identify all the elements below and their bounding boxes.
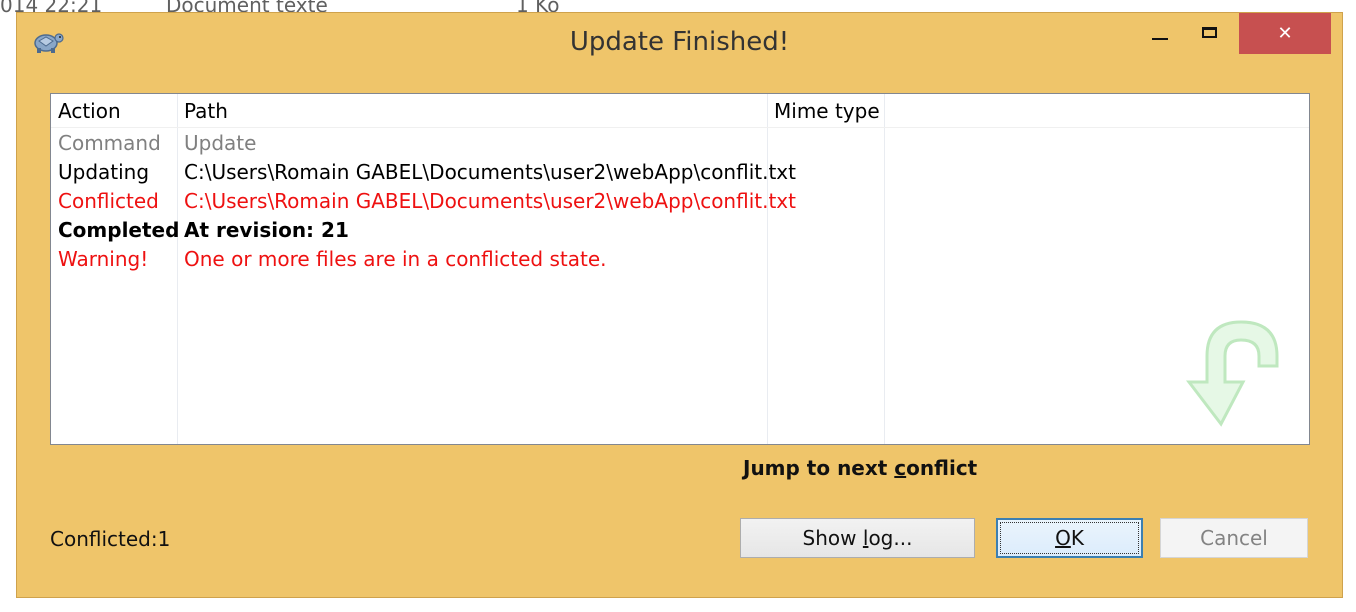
update-arrow-icon	[1185, 320, 1279, 427]
list-row[interactable]: Updating C:\Users\Romain GABEL\Documents…	[51, 160, 1309, 189]
show-log-label: Show	[802, 526, 863, 550]
dialog-title: Update Finished!	[569, 27, 790, 57]
show-log-rest: og...	[868, 526, 913, 550]
minimize-button[interactable]	[1145, 13, 1175, 53]
jump-to-next-conflict-link[interactable]: Jump to next conflict	[743, 456, 977, 480]
row-path: Update	[184, 131, 257, 155]
maximize-button[interactable]	[1189, 13, 1229, 53]
list-row[interactable]: Command Update	[51, 131, 1309, 160]
minimize-icon	[1152, 38, 1168, 40]
cancel-button[interactable]: Cancel	[1160, 518, 1308, 558]
maximize-icon	[1201, 26, 1217, 38]
close-button[interactable]: ✕	[1239, 13, 1331, 54]
row-path: At revision: 21	[184, 218, 349, 242]
focus-ring	[1000, 522, 1139, 554]
column-header-action[interactable]: Action	[58, 99, 121, 123]
row-action: Conflicted	[58, 189, 159, 213]
row-action: Updating	[58, 160, 150, 184]
close-icon: ✕	[1277, 23, 1293, 44]
row-path: C:\Users\Romain GABEL\Documents\user2\we…	[184, 189, 796, 213]
row-path: C:\Users\Romain GABEL\Documents\user2\we…	[184, 160, 796, 184]
row-path: One or more files are in a conflicted st…	[184, 247, 607, 271]
update-dialog: Update Finished! ✕ Action Path Mime type…	[16, 12, 1343, 598]
ok-button[interactable]: OK	[996, 518, 1143, 558]
list-row[interactable]: Conflicted C:\Users\Romain GABEL\Documen…	[51, 189, 1309, 218]
row-action: Command	[58, 131, 161, 155]
show-log-button[interactable]: Show l og...	[740, 518, 975, 558]
list-row[interactable]: Completed At revision: 21	[51, 218, 1309, 247]
output-list[interactable]: Action Path Mime type Command Update Upd…	[50, 93, 1310, 445]
row-action: Completed	[58, 218, 180, 242]
jump-link-text: Jump to next	[743, 456, 895, 480]
jump-link-rest: onflict	[906, 456, 978, 480]
status-conflicted-count: Conflicted:1	[50, 527, 171, 551]
row-action: Warning!	[58, 247, 149, 271]
jump-link-accel: c	[894, 456, 907, 480]
column-header-path[interactable]: Path	[184, 99, 228, 123]
list-header: Action Path Mime type	[51, 94, 1309, 128]
list-row[interactable]: Warning! One or more files are in a conf…	[51, 247, 1309, 276]
column-header-mime-type[interactable]: Mime type	[774, 99, 880, 123]
